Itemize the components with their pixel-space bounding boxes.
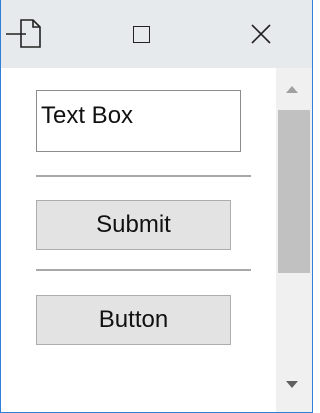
app-window: Text Box Submit Button [0,0,313,413]
close-button[interactable] [231,0,291,68]
close-icon [251,24,271,44]
title-bar[interactable] [1,0,312,68]
text-box[interactable]: Text Box [36,90,241,152]
generic-button[interactable]: Button [36,295,231,345]
content-area: Text Box Submit Button [1,68,275,412]
maximize-icon [132,25,150,43]
scroll-thumb[interactable] [278,110,310,273]
scroll-down-arrow-icon[interactable] [286,381,298,388]
maximize-button[interactable] [111,0,171,68]
scroll-up-arrow-icon[interactable] [286,86,298,93]
pin-button[interactable] [1,0,51,68]
separator [36,269,251,271]
pin-window-icon [6,19,41,48]
vertical-scrollbar[interactable] [276,68,312,412]
submit-button[interactable]: Submit [36,200,231,250]
separator [36,175,251,177]
